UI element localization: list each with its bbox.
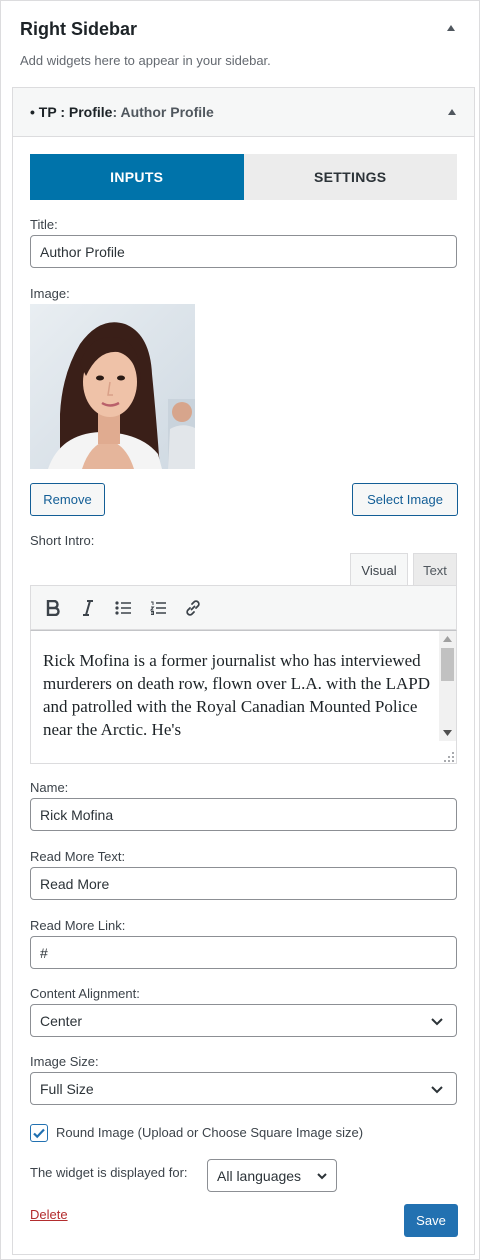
name-input[interactable]: Rick Mofina	[30, 798, 457, 831]
read-more-text-label: Read More Text:	[30, 849, 126, 864]
title-label: Title:	[30, 217, 58, 232]
editor-scrollbar[interactable]	[439, 631, 456, 741]
bold-icon[interactable]	[41, 596, 65, 620]
collapse-sidebar-icon[interactable]	[447, 25, 455, 31]
widget-title-sep: :	[112, 104, 118, 120]
widget-title-prefix: • TP : Profile	[30, 104, 113, 120]
tab-text-editor[interactable]: Text	[413, 553, 457, 586]
language-select-value: All languages	[217, 1167, 302, 1184]
title-input[interactable]: Author Profile	[30, 235, 457, 268]
chevron-down-icon	[317, 1173, 327, 1180]
image-size-label: Image Size:	[30, 1054, 99, 1069]
content-alignment-value: Center	[40, 1012, 83, 1029]
scroll-down-icon[interactable]	[443, 730, 452, 736]
short-intro-label: Short Intro:	[30, 533, 95, 548]
displayed-for-label: The widget is displayed for:	[30, 1165, 188, 1180]
image-size-select[interactable]: Full Size	[30, 1072, 457, 1105]
content-alignment-label: Content Alignment:	[30, 986, 140, 1001]
widget-area-panel: Right Sidebar Add widgets here to appear…	[0, 0, 480, 1260]
sidebar-description: Add widgets here to appear in your sideb…	[20, 53, 271, 68]
remove-image-button[interactable]: Remove	[30, 483, 105, 516]
tab-inputs[interactable]: INPUTS	[30, 154, 244, 200]
chevron-down-icon	[431, 1086, 443, 1094]
read-more-link-input[interactable]: #	[30, 936, 457, 969]
widget-title: • TP : Profile: Author Profile	[30, 104, 214, 120]
scroll-up-icon[interactable]	[443, 636, 452, 642]
collapse-widget-icon[interactable]	[448, 109, 456, 115]
editor-toolbar	[30, 585, 457, 630]
image-label: Image:	[30, 286, 70, 301]
image-size-value: Full Size	[40, 1080, 94, 1097]
delete-link[interactable]: Delete	[30, 1207, 68, 1222]
italic-icon[interactable]	[76, 596, 100, 620]
language-select[interactable]: All languages	[207, 1159, 337, 1192]
sidebar-title[interactable]: Right Sidebar	[20, 19, 137, 40]
name-label: Name:	[30, 780, 69, 795]
tab-visual-editor[interactable]: Visual	[350, 553, 408, 586]
round-image-checkbox[interactable]	[30, 1124, 48, 1142]
scroll-thumb[interactable]	[441, 648, 454, 681]
read-more-text-input[interactable]: Read More	[30, 867, 457, 900]
bullet-list-icon[interactable]	[111, 596, 135, 620]
profile-widget: • TP : Profile: Author Profile INPUTS SE…	[12, 87, 475, 1255]
link-icon[interactable]	[181, 596, 205, 620]
save-button[interactable]: Save	[404, 1204, 458, 1237]
resize-handle-icon[interactable]	[443, 750, 455, 762]
short-intro-editor[interactable]: Rick Mofina is a former journalist who h…	[30, 630, 457, 764]
select-image-button[interactable]: Select Image	[352, 483, 458, 516]
content-alignment-select[interactable]: Center	[30, 1004, 457, 1037]
numbered-list-icon[interactable]	[146, 596, 170, 620]
profile-image	[30, 304, 195, 469]
short-intro-text[interactable]: Rick Mofina is a former journalist who h…	[43, 649, 435, 741]
widget-header[interactable]: • TP : Profile: Author Profile	[13, 88, 474, 137]
checkmark-icon	[33, 1128, 45, 1139]
round-image-label[interactable]: Round Image (Upload or Choose Square Ima…	[56, 1125, 363, 1140]
chevron-down-icon	[431, 1018, 443, 1026]
read-more-link-label: Read More Link:	[30, 918, 126, 933]
widget-tabs: INPUTS SETTINGS	[30, 154, 457, 200]
tab-settings[interactable]: SETTINGS	[243, 154, 457, 200]
widget-title-name: Author Profile	[120, 104, 214, 120]
